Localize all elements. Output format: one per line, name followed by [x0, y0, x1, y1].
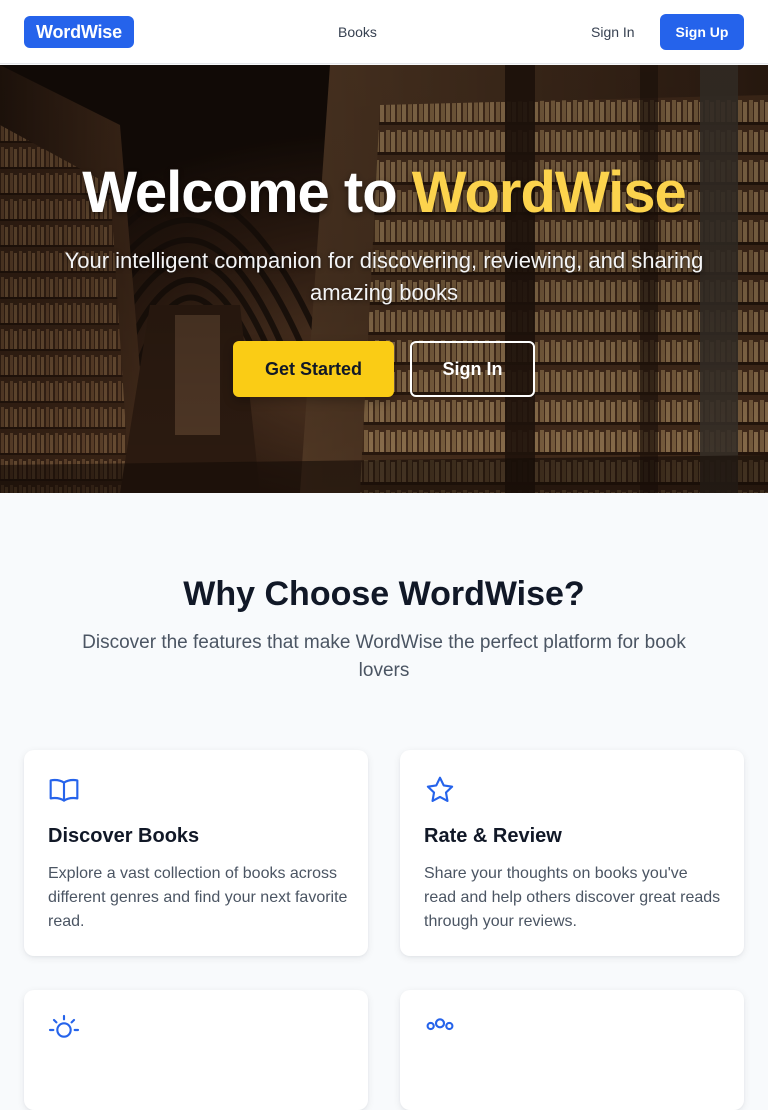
hero-section: Welcome to WordWise Your intelligent com…: [0, 65, 768, 493]
hero-title-accent: WordWise: [411, 160, 687, 225]
get-started-button[interactable]: Get Started: [233, 341, 394, 397]
signup-button[interactable]: Sign Up: [660, 14, 744, 50]
feature-card-third: [24, 990, 368, 1110]
feature-card-fourth: [400, 990, 744, 1110]
feature-card-text: Explore a vast collection of books acros…: [48, 865, 348, 930]
feature-card-text: Share your thoughts on books you've read…: [424, 865, 721, 930]
hero-signin-button[interactable]: Sign In: [410, 341, 535, 397]
site-header: WordWise Books Sign In Sign Up: [0, 0, 768, 64]
feature-card-title: Rate & Review: [424, 825, 562, 847]
feature-card-discover: Discover Books Explore a vast collection…: [24, 750, 368, 956]
logo-home-link[interactable]: WordWise: [24, 16, 134, 48]
nav-signin-link[interactable]: Sign In: [591, 22, 635, 42]
features-subtitle: Discover the features that make WordWise…: [82, 632, 686, 681]
hero-title-prefix: Welcome to: [82, 160, 412, 225]
star-icon: [426, 776, 454, 802]
feature-card-rate-review: Rate & Review Share your thoughts on boo…: [400, 750, 744, 956]
nav-books-link[interactable]: Books: [338, 22, 377, 42]
users-icon: [426, 1018, 454, 1031]
lightbulb-icon: [48, 1014, 80, 1038]
book-open-icon: [49, 778, 79, 802]
feature-card-title: Discover Books: [48, 825, 200, 847]
features-title: Why Choose WordWise?: [183, 575, 585, 613]
hero-title: Welcome to WordWise: [0, 159, 768, 227]
hero-subtitle: Your intelligent companion for discoveri…: [64, 248, 704, 305]
